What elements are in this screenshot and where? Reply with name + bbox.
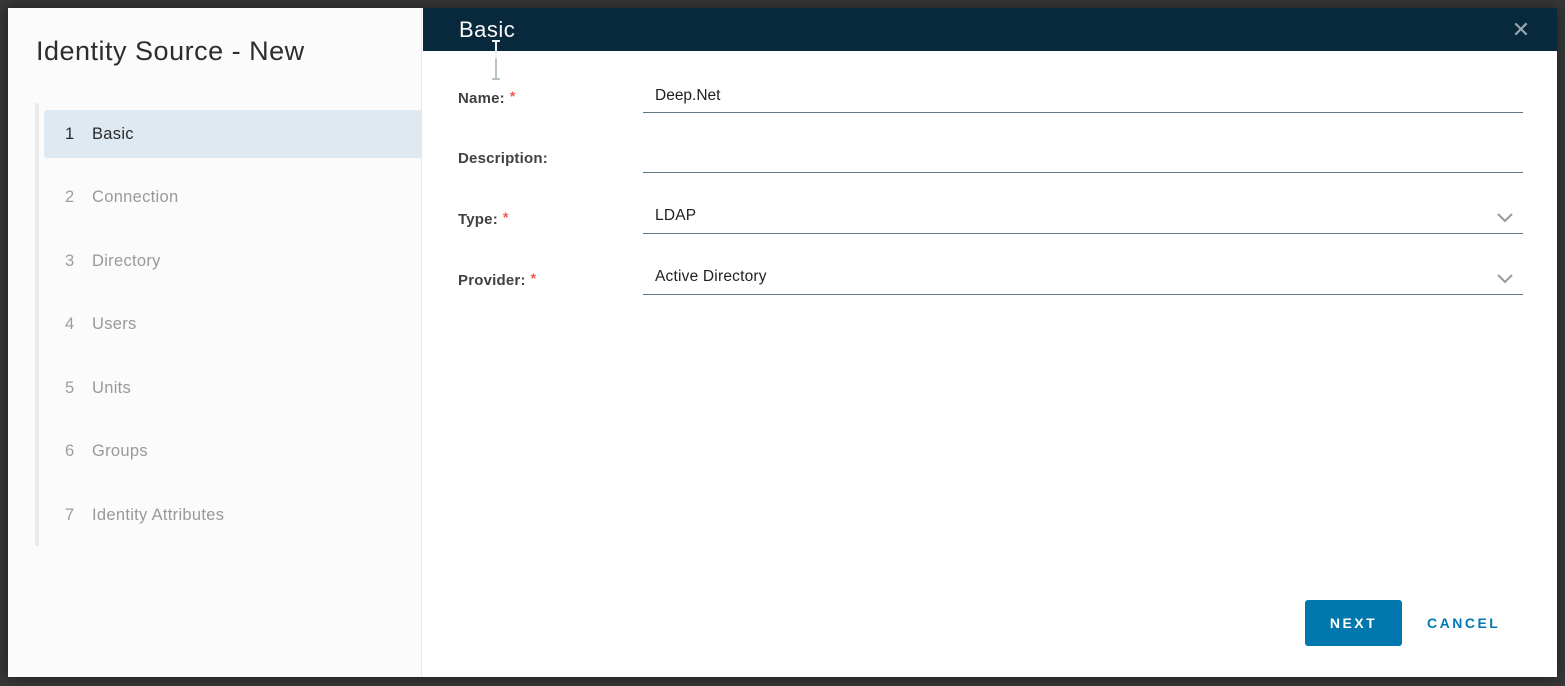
cancel-button[interactable]: CANCEL — [1427, 600, 1500, 646]
step-number: 7 — [65, 506, 92, 525]
next-button[interactable]: NEXT — [1305, 600, 1402, 646]
wizard-content-panel: Basic ✕ Name:* Description: Type:* LDAP — [423, 8, 1557, 677]
step-label: Directory — [92, 252, 161, 271]
wizard-step-groups[interactable]: 6 Groups — [44, 428, 421, 476]
step-number: 6 — [65, 442, 92, 461]
step-number: 2 — [65, 188, 92, 207]
step-number: 4 — [65, 315, 92, 334]
wizard-steps: 1 Basic 2 Connection 3 Directory 4 Users… — [44, 110, 421, 555]
name-label: Name:* — [458, 84, 516, 113]
wizard-step-basic[interactable]: 1 Basic — [44, 110, 421, 158]
name-input[interactable] — [643, 84, 1523, 113]
wizard-step-users[interactable]: 4 Users — [44, 301, 421, 349]
step-label: Identity Attributes — [92, 506, 224, 525]
step-number: 1 — [65, 125, 92, 144]
wizard-step-directory[interactable]: 3 Directory — [44, 237, 421, 285]
identity-source-dialog: Identity Source - New 1 Basic 2 Connecti… — [8, 8, 1557, 677]
provider-select[interactable]: Active Directory — [643, 266, 1523, 295]
wizard-sidebar: Identity Source - New 1 Basic 2 Connecti… — [8, 8, 422, 677]
provider-select-value: Active Directory — [655, 268, 767, 286]
type-select-value: LDAP — [655, 207, 696, 225]
step-label: Basic — [92, 125, 134, 144]
close-button[interactable]: ✕ — [1505, 14, 1537, 46]
panel-header: Basic ✕ — [423, 8, 1557, 51]
close-icon: ✕ — [1512, 17, 1530, 42]
required-asterisk: * — [503, 209, 509, 225]
step-number: 5 — [65, 379, 92, 398]
steps-track — [35, 103, 39, 546]
type-select[interactable]: LDAP — [643, 205, 1523, 234]
description-label: Description: — [458, 144, 553, 173]
step-number: 3 — [65, 252, 92, 271]
step-label: Connection — [92, 188, 178, 207]
step-label: Groups — [92, 442, 148, 461]
step-label: Units — [92, 379, 131, 398]
required-asterisk: * — [531, 270, 537, 286]
chevron-down-icon — [1497, 274, 1513, 284]
wizard-step-units[interactable]: 5 Units — [44, 364, 421, 412]
provider-label: Provider:* — [458, 266, 536, 295]
wizard-step-identity-attributes[interactable]: 7 Identity Attributes — [44, 491, 421, 539]
step-label: Users — [92, 315, 137, 334]
wizard-step-connection[interactable]: 2 Connection — [44, 174, 421, 222]
chevron-down-icon — [1497, 213, 1513, 223]
type-label: Type:* — [458, 205, 509, 234]
wizard-title: Identity Source - New — [36, 36, 305, 67]
description-input[interactable] — [643, 144, 1523, 173]
required-asterisk: * — [510, 88, 516, 104]
panel-title: Basic — [459, 17, 515, 43]
